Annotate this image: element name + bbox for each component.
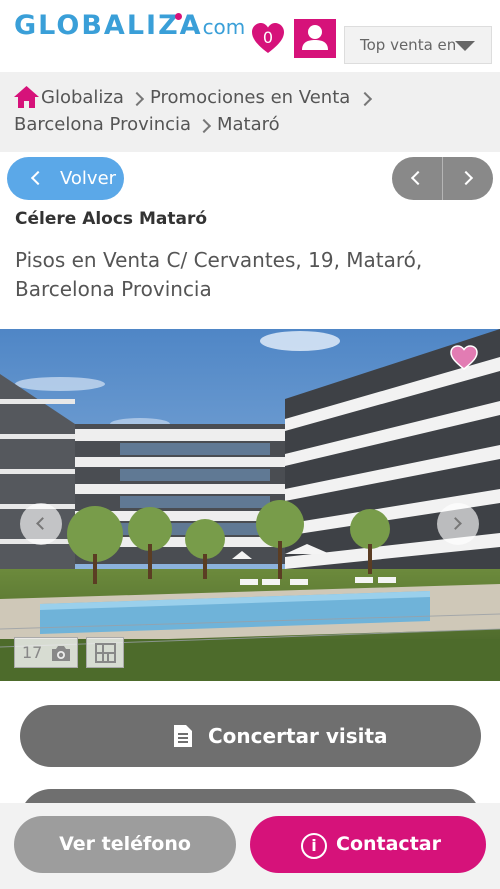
user-button[interactable] [294,19,336,58]
listing-subtitle: Pisos en Venta C/ Cervantes, 19, Mataró,… [15,248,423,301]
chevron-right-icon [458,170,474,186]
floorplan-icon [95,643,116,663]
user-icon [302,25,328,50]
listing-title: Célere Alocs Mataró [15,209,208,229]
next-listing-button[interactable] [443,157,493,200]
back-button-label: Volver [60,168,117,189]
camera-icon [52,646,70,661]
favorites-button[interactable]: 0 [251,22,285,56]
chevron-right-icon [357,91,373,107]
gallery-prev-button[interactable] [20,503,62,545]
favorite-heart-icon[interactable] [450,345,478,371]
chevron-right-icon [129,91,145,107]
logo-suffix: com [202,15,246,39]
chevron-right-icon [196,118,212,134]
contact-button[interactable]: i Contactar [250,816,486,873]
chevron-left-icon [30,170,46,186]
logo-dot [175,13,182,20]
photo-count-badge[interactable]: 17 [14,637,78,668]
previous-listing-button[interactable] [392,157,442,200]
show-phone-button[interactable]: Ver teléfono [14,816,236,873]
show-phone-label: Ver teléfono [59,833,191,855]
gallery-next-button[interactable] [437,503,479,545]
back-button[interactable]: Volver [7,157,124,200]
chevron-left-icon [36,517,49,530]
contact-label: Contactar [336,833,441,855]
breadcrumb-item-promociones[interactable]: Promociones en Venta [150,87,350,108]
schedule-visit-label: Concertar visita [208,724,388,748]
sort-select[interactable]: Top venta en [344,26,492,64]
info-icon: i [301,833,327,859]
breadcrumb-item-current: Mataró [217,114,280,135]
favorites-count: 0 [262,28,274,47]
listing-pager [392,157,493,200]
chevron-left-icon [410,170,426,186]
chevron-down-icon [455,41,475,51]
home-icon[interactable] [13,85,40,109]
breadcrumb-item-provincia[interactable]: Barcelona Provincia [14,114,191,135]
logo[interactable]: GLOBALIZAcom [14,10,245,41]
document-icon [174,725,192,747]
chevron-right-icon [449,517,462,530]
header: GLOBALIZAcom 0 Top venta en [0,0,500,70]
listing-photo[interactable] [0,329,500,681]
schedule-visit-button[interactable]: Concertar visita [20,705,481,767]
sort-select-value: Top venta en [360,36,457,54]
floorplan-button[interactable] [86,637,124,668]
breadcrumb-item-home[interactable]: Globaliza [41,87,124,108]
photo-count: 17 [22,643,43,662]
building-render-image [0,329,500,681]
breadcrumb: Globaliza Promociones en Venta Barcelona… [0,72,500,152]
